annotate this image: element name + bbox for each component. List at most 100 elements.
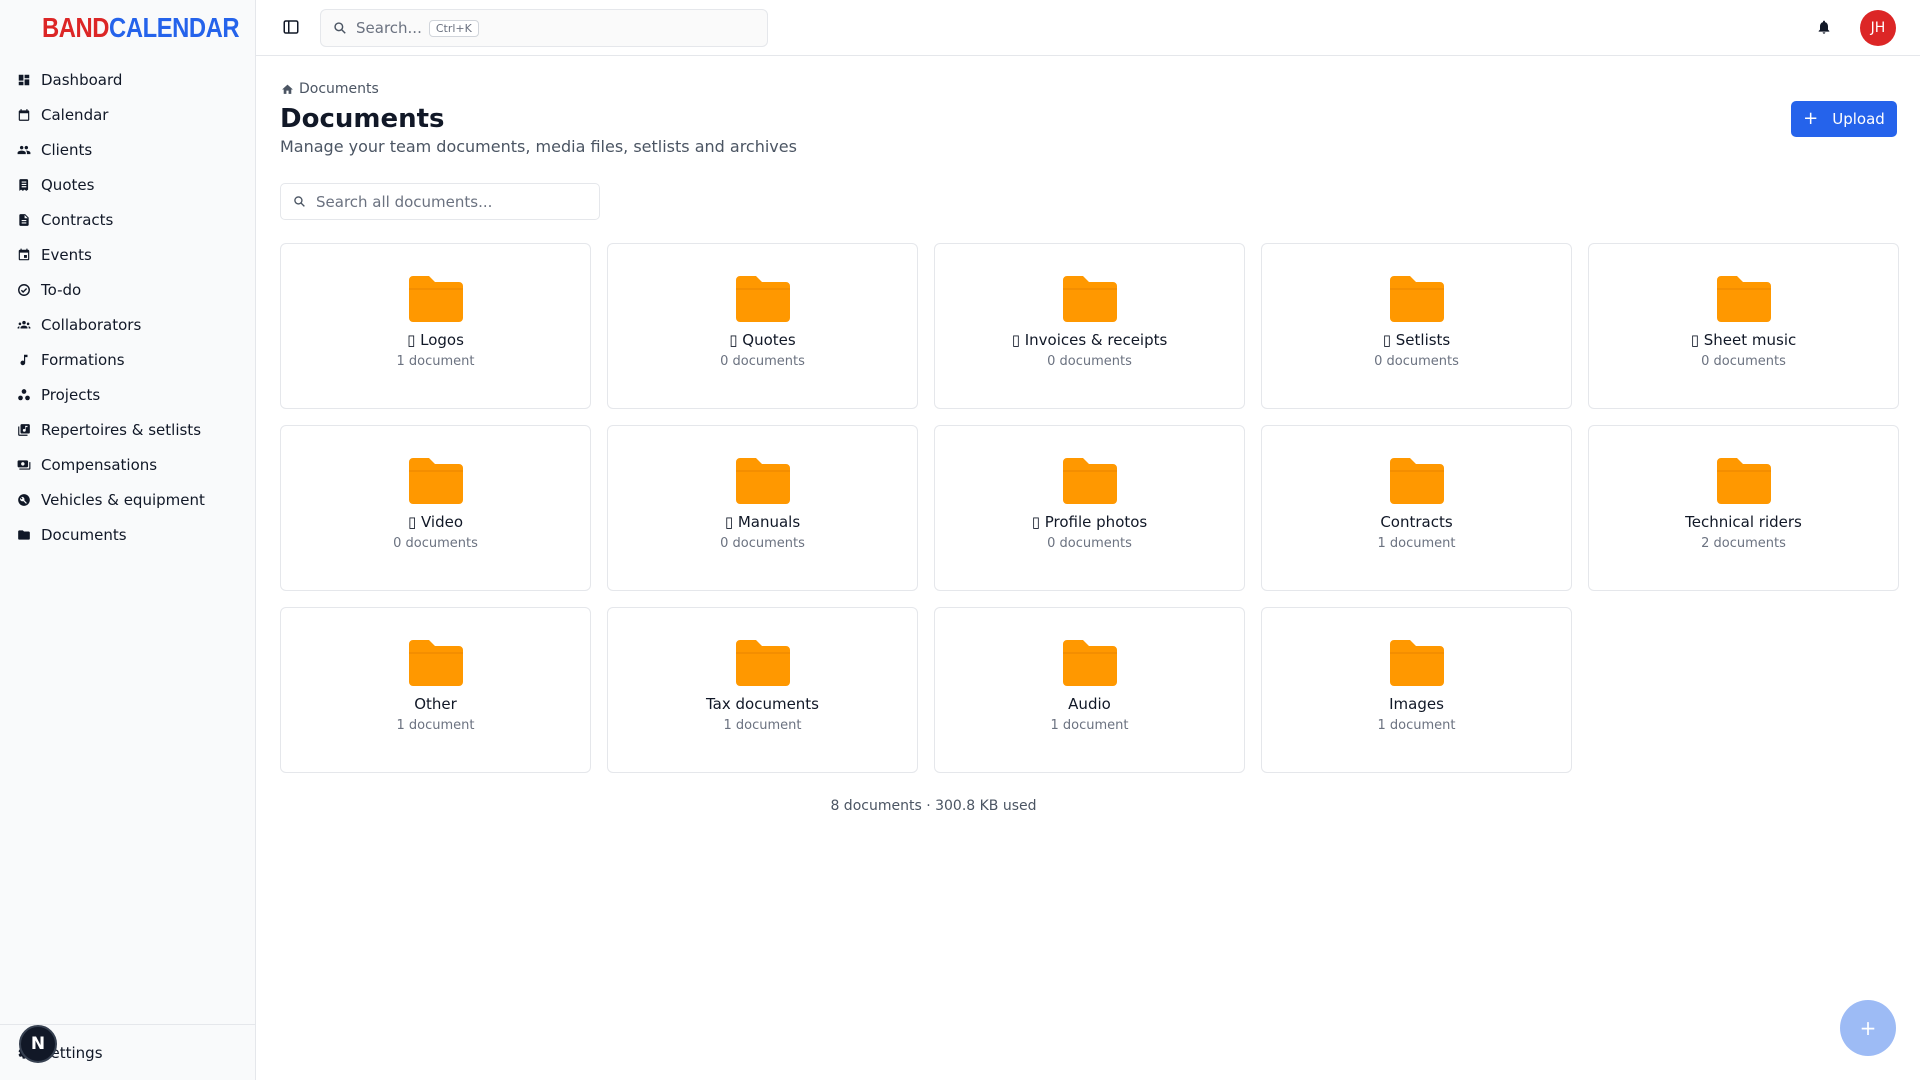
folder-name: ▯ Video xyxy=(407,513,464,531)
home-icon[interactable] xyxy=(281,83,294,96)
sidebar-item-label: Repertoires & setlists xyxy=(41,420,202,439)
folder-card[interactable]: ▯ Video 0 documents xyxy=(280,425,591,591)
folder-card[interactable]: Tax documents 1 document xyxy=(607,607,918,773)
folder-count: 2 documents xyxy=(1701,536,1786,551)
receipt-icon xyxy=(19,178,29,191)
folder-card[interactable]: ▯ Invoices & receipts 0 documents xyxy=(934,243,1245,409)
sidebar-item-documents[interactable]: Documents xyxy=(0,517,255,552)
sidebar-item-label: Projects xyxy=(41,385,101,404)
folder-card[interactable]: ▯ Quotes 0 documents xyxy=(607,243,918,409)
folder-card[interactable]: ▯ Logos 1 document xyxy=(280,243,591,409)
folder-count: 0 documents xyxy=(720,354,805,369)
folder-name: ▯ Profile photos xyxy=(1031,513,1148,531)
sidebar-item-projects[interactable]: Projects xyxy=(0,377,255,412)
folder-card[interactable]: Technical riders 2 documents xyxy=(1588,425,1899,591)
folder-icon xyxy=(1716,458,1771,504)
folder-icon xyxy=(735,458,790,504)
build-circle-icon xyxy=(18,493,30,506)
folder-card[interactable]: ▯ Manuals 0 documents xyxy=(607,425,918,591)
sidebar-item-dashboard[interactable]: Dashboard xyxy=(0,62,255,97)
hub-icon xyxy=(18,388,30,400)
dev-tools-badge[interactable]: N xyxy=(19,1025,57,1063)
folder-card[interactable]: ▯ Profile photos 0 documents xyxy=(934,425,1245,591)
page-title: Documents xyxy=(280,104,445,134)
folder-card[interactable]: Other 1 document xyxy=(280,607,591,773)
folder-count: 0 documents xyxy=(1047,536,1132,551)
sidebar-nav: Dashboard Calendar Clients Quotes Contra… xyxy=(0,55,255,552)
folder-icon xyxy=(1062,458,1117,504)
sidebar-item-label: Contracts xyxy=(41,210,114,229)
folder-icon xyxy=(735,276,790,322)
document-search-input[interactable] xyxy=(316,192,576,211)
folder-name: Images xyxy=(1389,695,1444,713)
folder-card[interactable]: Images 1 document xyxy=(1261,607,1572,773)
plus-icon: + xyxy=(1803,108,1819,129)
sidebar-item-repertoires[interactable]: Repertoires & setlists xyxy=(0,412,255,447)
folder-icon xyxy=(408,640,463,686)
shortcut-hint: Ctrl+K xyxy=(428,19,479,37)
sidebar-item-label: Quotes xyxy=(41,175,95,194)
folder-icon xyxy=(1389,640,1444,686)
folder-grid: ▯ Logos 1 document ▯ Quotes 0 documents … xyxy=(280,243,1899,773)
folder-icon xyxy=(18,529,30,540)
sidebar-toggle-icon[interactable] xyxy=(282,18,300,36)
sidebar-item-label: Vehicles & equipment xyxy=(41,490,205,509)
folder-icon xyxy=(1389,458,1444,504)
fab-button[interactable]: + xyxy=(1840,1000,1896,1056)
sidebar-item-label: To-do xyxy=(41,280,82,299)
folder-count: 0 documents xyxy=(1047,354,1132,369)
sidebar-item-quotes[interactable]: Quotes xyxy=(0,167,255,202)
bell-icon[interactable] xyxy=(1816,19,1832,35)
folder-icon xyxy=(1716,276,1771,322)
folder-count: 0 documents xyxy=(720,536,805,551)
sidebar-item-label: Compensations xyxy=(41,455,158,474)
folder-name: Technical riders xyxy=(1685,513,1802,531)
sidebar-item-label: Calendar xyxy=(41,105,109,124)
group-icon xyxy=(17,320,31,328)
storage-summary: 8 documents · 300.8 KB used xyxy=(830,798,1037,814)
folder-name: ▯ Sheet music xyxy=(1690,331,1797,349)
sidebar-item-contracts[interactable]: Contracts xyxy=(0,202,255,237)
folder-icon xyxy=(1062,640,1117,686)
folder-icon xyxy=(1062,276,1117,322)
upload-button[interactable]: + Upload xyxy=(1791,101,1897,137)
brand-logo[interactable]: BANDCALENDAR xyxy=(0,0,255,55)
folder-count: 0 documents xyxy=(1701,354,1786,369)
folder-count: 0 documents xyxy=(1374,354,1459,369)
breadcrumb-current: Documents xyxy=(299,81,379,97)
sidebar-item-events[interactable]: Events xyxy=(0,237,255,272)
event-icon xyxy=(18,248,30,260)
folder-count: 1 document xyxy=(396,354,475,369)
sidebar-item-calendar[interactable]: Calendar xyxy=(0,97,255,132)
folder-card[interactable]: Contracts 1 document xyxy=(1261,425,1572,591)
check-circle-icon xyxy=(18,283,30,296)
search-icon xyxy=(294,196,305,207)
folder-name: ▯ Logos xyxy=(407,331,464,349)
document-icon xyxy=(19,213,29,226)
folder-card[interactable]: ▯ Setlists 0 documents xyxy=(1261,243,1572,409)
sidebar-item-collaborators[interactable]: Collaborators xyxy=(0,307,255,342)
folder-count: 1 document xyxy=(396,718,475,733)
dashboard-icon xyxy=(18,74,30,85)
avatar[interactable]: JH xyxy=(1860,10,1896,46)
folder-card[interactable]: Audio 1 document xyxy=(934,607,1245,773)
sidebar-item-label: Events xyxy=(41,245,92,264)
search-icon xyxy=(334,22,346,34)
logo-text: BANDCALENDAR xyxy=(42,11,240,43)
people-icon xyxy=(17,145,31,154)
sidebar-item-label: Collaborators xyxy=(41,315,142,334)
sidebar-item-label: Documents xyxy=(41,525,127,544)
sidebar-item-clients[interactable]: Clients xyxy=(0,132,255,167)
breadcrumb: Documents xyxy=(281,81,379,97)
folder-name: ▯ Manuals xyxy=(724,513,801,531)
sidebar-item-todo[interactable]: To-do xyxy=(0,272,255,307)
folder-card[interactable]: ▯ Sheet music 0 documents xyxy=(1588,243,1899,409)
sidebar-item-compensations[interactable]: Compensations xyxy=(0,447,255,482)
sidebar-item-label: Dashboard xyxy=(41,70,123,89)
page-subtitle: Manage your team documents, media files,… xyxy=(280,137,797,156)
sidebar-item-vehicles[interactable]: Vehicles & equipment xyxy=(0,482,255,517)
sidebar-item-formations[interactable]: Formations xyxy=(0,342,255,377)
global-search[interactable]: Search... Ctrl+K xyxy=(320,9,768,47)
folder-count: 1 document xyxy=(723,718,802,733)
sidebar-item-settings[interactable]: Settings N xyxy=(0,1024,255,1080)
